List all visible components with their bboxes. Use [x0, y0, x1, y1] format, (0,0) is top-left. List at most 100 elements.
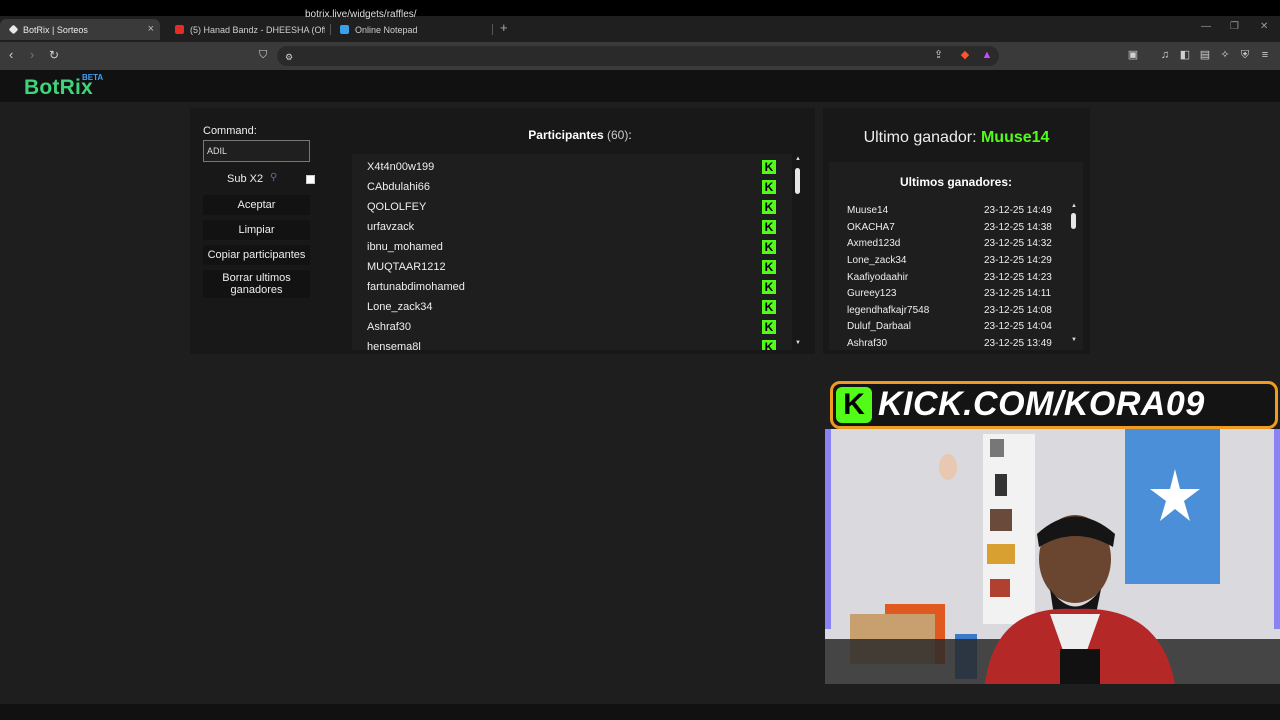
site-header: BotRix BETA: [0, 70, 1280, 102]
address-bar[interactable]: [277, 46, 999, 66]
vpn-icon[interactable]: ⛨: [1239, 49, 1251, 61]
participant-name: ibnu_mohamed: [367, 241, 443, 253]
participant-name: Lone_zack34: [367, 301, 433, 313]
winner-name: legendhafkajr7548: [847, 305, 930, 316]
winners-clip: Ashraf30 23-12-25 13:49: [829, 334, 1069, 348]
winner-date: 23-12-25 14:38: [984, 222, 1052, 233]
winner-date: 23-12-25 14:11: [984, 288, 1052, 299]
wallet-icon[interactable]: ▤: [1199, 49, 1211, 61]
copy-participants-button[interactable]: Copiar participantes: [203, 245, 310, 265]
winner-name: Ashraf30: [847, 338, 888, 348]
winners-scrollbar[interactable]: ▲ ▼: [1070, 203, 1078, 347]
tab-botrix[interactable]: BotRix | Sorteos ×: [0, 19, 160, 40]
sub-x2-label: Sub X2: [227, 173, 264, 185]
command-label: Command:: [203, 125, 257, 137]
winner-name: Muuse14: [847, 205, 889, 216]
command-input[interactable]: ADIL: [203, 140, 310, 162]
participants-scrollbar[interactable]: ▲ ▼: [794, 156, 802, 350]
window-top-strip: [0, 0, 1280, 16]
kick-platform-icon: K: [762, 220, 776, 234]
botrix-favicon-icon: [8, 24, 19, 35]
scroll-down-icon[interactable]: ▼: [794, 340, 802, 346]
participants-title: Participantes (60):: [490, 128, 670, 142]
scroll-up-icon[interactable]: ▲: [794, 156, 802, 162]
restore-icon[interactable]: ❐: [1230, 21, 1239, 32]
reader-mode-icon[interactable]: ▣: [1127, 49, 1139, 61]
last-winner-heading: Ultimo ganador: Muuse14: [823, 129, 1090, 147]
participant-name: QOLOLFEY: [367, 201, 427, 213]
participant-name: CAbdulahi66: [367, 181, 430, 193]
winner-date: 23-12-25 14:32: [984, 238, 1052, 249]
participant-name: fartunabdimohamed: [367, 281, 465, 293]
kick-platform-icon: K: [762, 340, 776, 350]
brave-shield-icon[interactable]: ◆: [959, 49, 971, 61]
reload-icon[interactable]: ↻: [49, 48, 59, 62]
music-icon[interactable]: ♫: [1159, 49, 1171, 61]
scroll-thumb[interactable]: [795, 168, 800, 194]
kick-platform-icon: K: [762, 160, 776, 174]
menu-icon[interactable]: ≡: [1259, 49, 1271, 61]
participants-suffix: :: [628, 128, 632, 142]
winner-name: Duluf_Darbaal: [847, 321, 911, 332]
winner-name: Lone_zack34: [847, 255, 907, 266]
tab-bar: BotRix | Sorteos × (5) Hanad Bandz - DHE…: [0, 16, 1280, 42]
winner-name: Kaafiyodaahir: [847, 272, 909, 283]
winner-date: 23-12-25 14:29: [984, 255, 1052, 266]
bottom-bar: [0, 704, 1280, 720]
beta-badge: BETA: [82, 73, 104, 82]
share-icon[interactable]: ⇪: [934, 48, 943, 62]
new-tab-icon[interactable]: +: [500, 20, 508, 35]
participants-list[interactable]: X4t4n00w199 K CAbdulahi66 K QOLOLFEY K u…: [352, 154, 792, 350]
last-winner-label: Ultimo ganador:: [863, 129, 977, 146]
winner-date: 23-12-25 14:08: [984, 305, 1052, 316]
delete-winners-button[interactable]: Borrar ultimos ganadores: [203, 270, 310, 298]
sub-x2-checkbox[interactable]: [306, 175, 315, 184]
sidebar-icon[interactable]: ◧: [1179, 49, 1191, 61]
brave-rewards-icon[interactable]: ▲: [981, 49, 993, 61]
minimize-icon[interactable]: —: [1201, 21, 1211, 32]
winner-date: 23-12-25 14:23: [984, 272, 1052, 283]
url-text: botrix.live/widgets/raffles/: [305, 9, 417, 20]
kick-channel-text: KICK.COM/KORA09: [878, 385, 1205, 423]
bookmark-icon[interactable]: ⛉: [259, 48, 267, 62]
winner-date: 23-12-25 14:49: [984, 205, 1052, 216]
scroll-down-icon[interactable]: ▼: [1070, 337, 1078, 343]
youtube-favicon-icon: [175, 25, 184, 34]
back-icon[interactable]: ‹: [9, 48, 13, 62]
winner-name: Gureey123: [847, 288, 897, 299]
clear-button[interactable]: Limpiar: [203, 220, 310, 240]
winner-date: 23-12-25 14:04: [984, 321, 1052, 332]
accept-button[interactable]: Aceptar: [203, 195, 310, 215]
close-window-icon[interactable]: ✕: [1260, 21, 1268, 32]
tab-separator: [492, 24, 493, 35]
tab-title: (5) Hanad Bandz - DHEESHA (Official: [190, 24, 325, 35]
kick-platform-icon: K: [762, 260, 776, 274]
notepad-favicon-icon: [340, 25, 349, 34]
kick-logo-icon: K: [836, 387, 872, 423]
webcam-image: [825, 429, 1280, 684]
nav-bar: ‹ › ↻ ⛉ ⚙ ⇪ ◆ ▲ ▣ ♫ ◧ ▤ ✧ ⛨ ≡: [0, 42, 1280, 70]
kick-platform-icon: K: [762, 180, 776, 194]
kick-platform-icon: K: [762, 320, 776, 334]
scroll-up-icon[interactable]: ▲: [1070, 203, 1078, 209]
forward-icon[interactable]: ›: [30, 48, 34, 62]
winner-date: 23-12-25 13:49: [984, 338, 1052, 348]
participant-name: hensema8l: [367, 341, 421, 350]
leo-ai-icon[interactable]: ✧: [1219, 49, 1231, 61]
tab-title: Online Notepad: [355, 24, 418, 35]
participant-name: Ashraf30: [367, 321, 412, 333]
kick-platform-icon: K: [762, 300, 776, 314]
kick-platform-icon: K: [762, 240, 776, 254]
close-tab-icon[interactable]: ×: [148, 23, 154, 35]
tab-youtube[interactable]: (5) Hanad Bandz - DHEESHA (Official: [165, 19, 325, 40]
last-winner-name: Muuse14: [980, 129, 1050, 146]
winner-name: Axmed123d: [847, 238, 901, 249]
webcam-overlay: [825, 429, 1280, 684]
tab-title: BotRix | Sorteos: [23, 24, 88, 35]
kick-platform-icon: K: [762, 280, 776, 294]
tab-notepad[interactable]: Online Notepad: [330, 19, 490, 40]
participant-name: MUQTAAR1212: [367, 261, 446, 273]
site-settings-icon[interactable]: ⚙: [285, 50, 293, 64]
participants-label: Participantes: [528, 128, 604, 142]
scroll-thumb[interactable]: [1071, 213, 1076, 229]
